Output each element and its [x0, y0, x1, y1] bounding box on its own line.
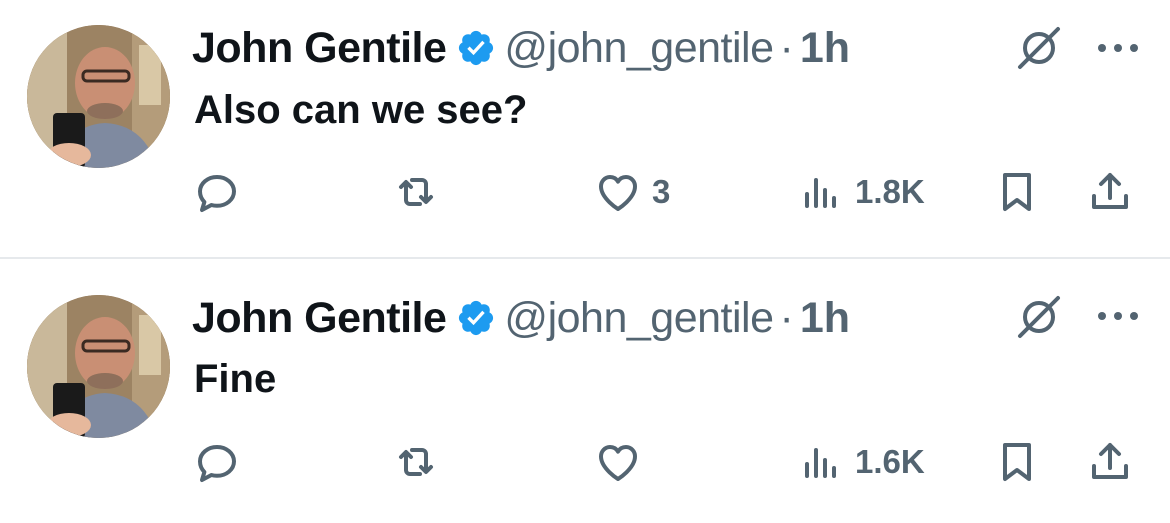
- tweet[interactable]: John Gentile @john_gentile · 1h Fine 1.6…: [0, 260, 1170, 523]
- author-handle[interactable]: @john_gentile: [504, 294, 774, 343]
- tweet-actions: 1.6K: [0, 432, 1170, 492]
- tweet-divider: [0, 257, 1170, 259]
- tweet[interactable]: John Gentile @john_gentile · 1h Also can…: [0, 0, 1170, 258]
- separator-dot: ·: [779, 23, 794, 72]
- retweet-icon: [399, 448, 433, 476]
- reply-button[interactable]: [193, 432, 241, 492]
- reply-icon: [198, 445, 236, 482]
- share-button[interactable]: [1086, 432, 1134, 492]
- author-name[interactable]: John Gentile: [192, 294, 447, 343]
- verified-badge-icon: [459, 30, 494, 66]
- grok-icon[interactable]: [1014, 292, 1064, 342]
- share-icon: [1092, 443, 1128, 479]
- tweet-text: Also can we see?: [194, 88, 528, 132]
- tweet-actions: 3 1.8K: [0, 162, 1170, 222]
- heart-icon: [599, 445, 637, 481]
- view-count: 1.6K: [855, 443, 925, 480]
- separator-dot: ·: [779, 293, 794, 342]
- timestamp[interactable]: 1h: [800, 24, 850, 73]
- avatar[interactable]: [27, 25, 170, 168]
- retweet-button[interactable]: [392, 432, 440, 492]
- views-button[interactable]: 1.6K: [797, 432, 925, 492]
- more-icon[interactable]: [1096, 310, 1140, 322]
- share-icon: [1092, 173, 1128, 209]
- retweet-button[interactable]: [392, 162, 440, 222]
- verified-badge-icon: [459, 300, 494, 336]
- reply-icon: [198, 175, 236, 212]
- share-button[interactable]: [1086, 162, 1134, 222]
- bookmark-icon: [1003, 443, 1031, 481]
- bookmark-icon: [1003, 173, 1031, 211]
- tweet-header: John Gentile @john_gentile · 1h: [192, 290, 850, 346]
- grok-icon[interactable]: [1014, 23, 1064, 73]
- views-button[interactable]: 1.8K: [797, 162, 925, 222]
- author-name[interactable]: John Gentile: [192, 24, 447, 73]
- avatar[interactable]: [27, 295, 170, 438]
- like-count: 3: [652, 173, 671, 210]
- reply-button[interactable]: [193, 162, 241, 222]
- like-button[interactable]: 3: [594, 162, 670, 222]
- more-icon[interactable]: [1096, 42, 1140, 54]
- views-icon: [805, 448, 836, 478]
- tweet-header: John Gentile @john_gentile · 1h: [192, 20, 850, 76]
- bookmark-button[interactable]: [993, 432, 1041, 492]
- author-handle[interactable]: @john_gentile: [504, 24, 774, 73]
- retweet-icon: [399, 178, 433, 206]
- bookmark-button[interactable]: [993, 162, 1041, 222]
- like-button[interactable]: [594, 432, 652, 492]
- views-icon: [805, 178, 836, 208]
- heart-icon: [599, 175, 637, 211]
- view-count: 1.8K: [855, 173, 925, 210]
- timestamp[interactable]: 1h: [800, 294, 850, 343]
- tweet-text: Fine: [194, 357, 277, 401]
